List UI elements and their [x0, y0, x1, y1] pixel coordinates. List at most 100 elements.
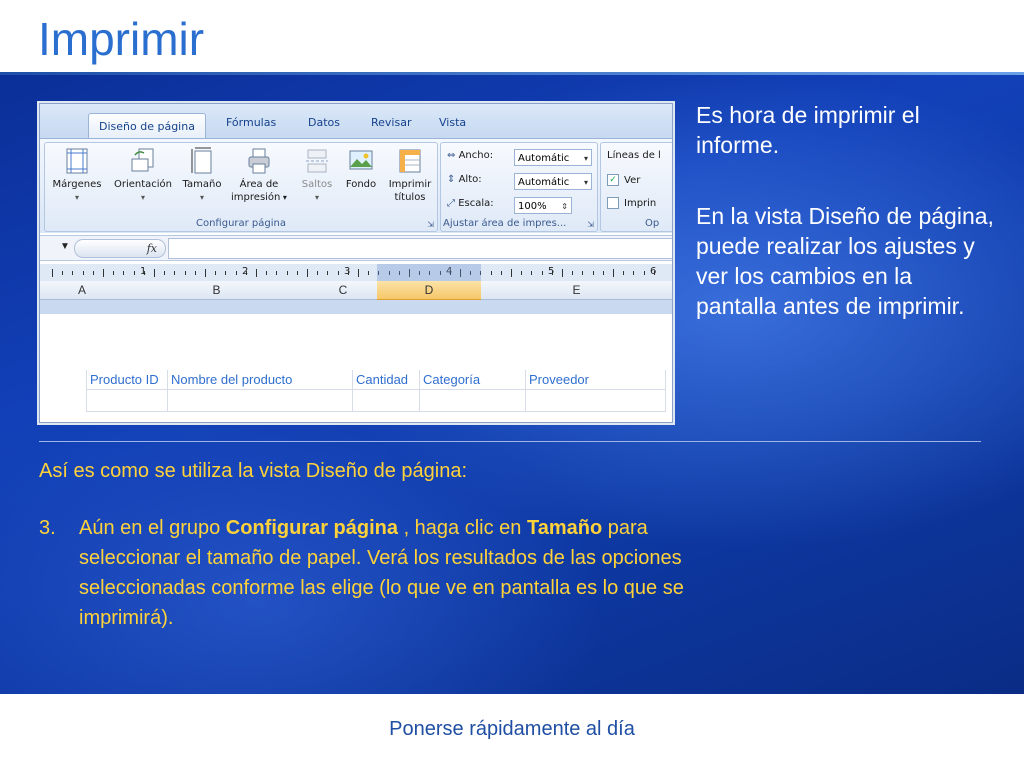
header-cell-product-name[interactable]: Nombre del producto [168, 370, 353, 390]
section-divider [39, 441, 981, 442]
slide-title: Imprimir [38, 13, 205, 65]
header-cell-quantity[interactable]: Cantidad [353, 370, 420, 390]
print-titles-icon [399, 149, 421, 173]
scale-to-fit-group-label: Ajustar área de impres... [443, 218, 567, 229]
column-header-d[interactable]: D [377, 281, 482, 301]
ruler-tick [613, 269, 614, 277]
tab-formulas[interactable]: Fórmulas [226, 116, 276, 129]
header-cell-category[interactable]: Categoría [420, 370, 526, 390]
formula-divider: fx [74, 239, 166, 258]
table-cell[interactable] [353, 390, 420, 412]
width-label: Ancho: [458, 150, 494, 161]
tab-review[interactable]: Revisar [371, 116, 411, 129]
ruler-tick [368, 271, 370, 275]
dialog-launcher-icon[interactable]: ⇲ [587, 220, 594, 229]
scale-spinner[interactable]: 100% ⇕ [514, 197, 572, 214]
table-cell[interactable] [526, 390, 666, 412]
step-bold-size: Tamaño [526, 517, 603, 539]
scale-label: Escala: [458, 198, 494, 209]
ruler-tick [327, 271, 329, 275]
ruler-tick [154, 269, 155, 277]
background-button[interactable]: Fondo [341, 147, 381, 191]
view-option[interactable]: ✓ Ver [607, 174, 640, 186]
formula-bar: ▼ fx [40, 235, 672, 261]
column-header-b[interactable]: B [124, 281, 310, 300]
ruler-tick [592, 271, 594, 275]
tab-page-layout[interactable]: Diseño de página [88, 113, 206, 139]
ruler-tick [123, 271, 125, 275]
ruler-tick [256, 269, 257, 277]
ruler-tick [490, 271, 492, 275]
chevron-down-icon[interactable]: ▼ [60, 241, 70, 252]
ruler-number: 2 [242, 266, 249, 277]
ruler-tick [562, 269, 563, 277]
ruler-tick [184, 271, 186, 275]
ribbon-tab-bar: Diseño de página Fórmulas Datos Revisar … [40, 104, 672, 139]
print-titles-label-1: Imprimir [388, 179, 432, 190]
column-header-a[interactable]: A [40, 281, 125, 300]
scale-row: ⤢ Escala: [447, 198, 494, 209]
header-cell-supplier[interactable]: Proveedor [526, 370, 666, 390]
tab-data[interactable]: Datos [308, 116, 340, 129]
height-combo[interactable]: Automátic ▾ [514, 173, 592, 190]
ruler-tick [623, 271, 625, 275]
breaks-button[interactable]: Saltos ▾ [295, 147, 339, 204]
page-setup-group: Márgenes ▾ Orientación ▾ Tamaño ▾ Área d… [44, 142, 438, 232]
width-row: ⇔ Ancho: [447, 150, 493, 161]
table-cell[interactable] [86, 390, 168, 412]
page-setup-group-label: Configurar página [195, 218, 287, 229]
print-titles-button[interactable]: Imprimir títulos [385, 147, 435, 204]
size-button[interactable]: Tamaño ▾ [180, 147, 224, 204]
ruler-tick [296, 271, 298, 275]
ruler-tick [174, 271, 176, 275]
scale-value: 100% [518, 201, 547, 212]
ribbon: Márgenes ▾ Orientación ▾ Tamaño ▾ Área d… [40, 138, 672, 233]
panel-detail-text: En la vista Diseño de página, puede real… [696, 203, 994, 319]
ruler-tick [643, 271, 645, 275]
print-area-label-2: impresión [231, 192, 281, 203]
tab-view[interactable]: Vista [439, 116, 466, 129]
header-cell-product-id[interactable]: Producto ID [86, 370, 168, 390]
ruler-tick [266, 271, 268, 275]
ruler-tick [103, 269, 104, 277]
background-image-icon [349, 150, 373, 170]
margins-button[interactable]: Márgenes ▾ [49, 147, 105, 204]
sheet-options-group: Líneas de l ✓ Ver Imprin Op [600, 142, 672, 232]
orientation-button[interactable]: Orientación ▾ [109, 147, 177, 204]
checked-checkbox-icon[interactable]: ✓ [607, 174, 619, 186]
excel-screenshot: Diseño de página Fórmulas Datos Revisar … [39, 103, 673, 423]
ruler-tick [531, 271, 533, 275]
ruler-tick [235, 271, 237, 275]
dialog-launcher-icon[interactable]: ⇲ [427, 220, 434, 229]
ruler-tick [205, 269, 206, 277]
ruler-tick [286, 271, 288, 275]
checkbox-icon[interactable] [607, 197, 619, 209]
chevron-down-icon: ▾ [140, 193, 145, 202]
ruler-number: 3 [344, 266, 351, 277]
ruler-tick [52, 269, 53, 277]
formula-input[interactable] [168, 238, 672, 259]
chevron-down-icon: ▾ [583, 178, 588, 187]
orientation-label: Orientación [113, 179, 173, 190]
column-header-e[interactable]: E [481, 281, 672, 300]
view-label: Ver [624, 175, 641, 186]
table-cell[interactable] [420, 390, 526, 412]
chevron-down-icon: ▾ [199, 193, 204, 202]
instructions-subheading: Así es como se utiliza la vista Diseño d… [39, 460, 467, 482]
function-icon[interactable]: fx [147, 240, 157, 257]
ruler-tick [337, 271, 339, 275]
height-icon: ⇕ [447, 174, 456, 185]
ruler-tick [511, 269, 512, 277]
ruler-tick [317, 271, 319, 275]
ruler-tick [572, 271, 574, 275]
print-option[interactable]: Imprin [607, 197, 656, 209]
column-header-c[interactable]: C [309, 281, 378, 300]
ruler-selection-highlight [377, 264, 481, 282]
scale-icon: ⤢ [447, 198, 455, 209]
table-cell[interactable] [168, 390, 353, 412]
width-combo[interactable]: Automátic ▾ [514, 149, 592, 166]
page-size-icon [191, 147, 212, 174]
ruler-tick [602, 271, 604, 275]
spinner-arrows-icon: ⇕ [561, 202, 568, 211]
print-area-button[interactable]: Área de impresión ▾ [228, 147, 290, 204]
